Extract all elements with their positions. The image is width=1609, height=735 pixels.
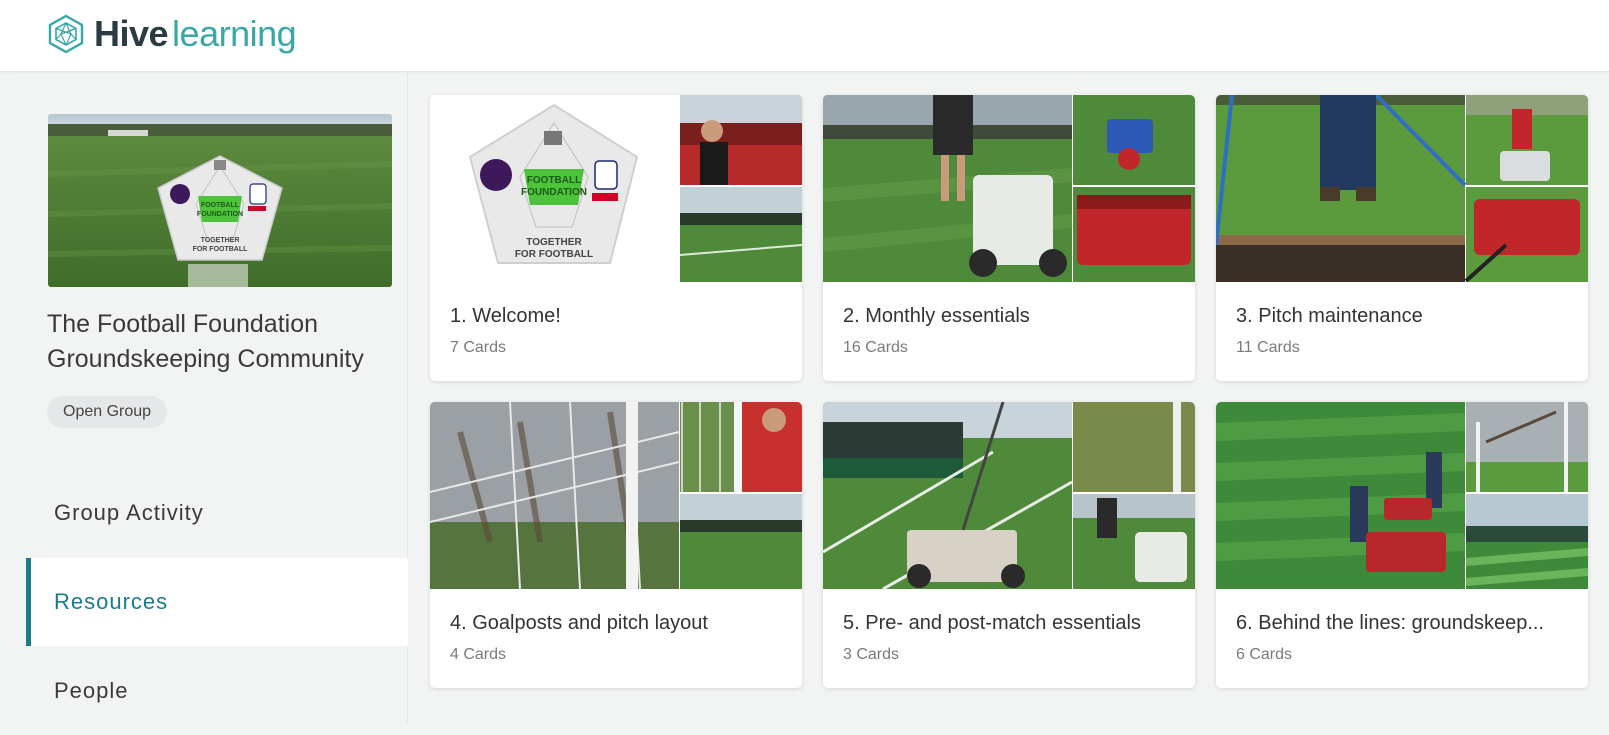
ff-text-line1: FOOTBALL <box>527 175 581 186</box>
card-title: 1. Welcome! <box>450 305 561 327</box>
resource-card-welcome[interactable]: FOOTBALL FOUNDATION TOGETHER FOR FOOTBAL… <box>430 95 802 381</box>
tf-text-line1: TOGETHER <box>201 237 240 244</box>
sidebar: FOOTBALL FOUNDATION TOGETHER FOR FOOTBAL… <box>12 73 408 723</box>
resource-card-goalposts[interactable]: 4. Goalposts and pitch layout 4 Cards <box>430 402 802 688</box>
card-collage-6 <box>1216 402 1588 589</box>
top-bar: Hive learning <box>0 0 1609 72</box>
hexagon-logo-icon <box>48 14 84 54</box>
tf-text-line2: FOR FOOTBALL <box>515 249 593 260</box>
card-title: 2. Monthly essentials <box>843 305 1030 327</box>
brand-light: learning <box>172 13 297 54</box>
card-title: 4. Goalposts and pitch layout <box>450 612 708 634</box>
group-banner-artwork: FOOTBALL FOUNDATION TOGETHER FOR FOOTBAL… <box>48 114 392 287</box>
ff-text-line2: FOUNDATION <box>521 187 587 198</box>
open-group-badge: Open Group <box>47 396 168 428</box>
ff-text-line1: FOOTBALL <box>201 202 240 209</box>
card-collage-3 <box>1216 95 1588 282</box>
group-banner-image: FOOTBALL FOUNDATION TOGETHER FOR FOOTBAL… <box>48 114 392 287</box>
brand-bold: Hive <box>94 13 169 54</box>
hive-learning-logo[interactable]: Hive learning <box>46 10 297 58</box>
resource-card-match-essentials[interactable]: 5. Pre- and post-match essentials 3 Card… <box>823 402 1195 688</box>
tf-text-line1: TOGETHER <box>526 237 582 248</box>
nav-item-resources[interactable]: Resources <box>26 558 408 646</box>
brand-name: Hive learning <box>94 13 297 54</box>
card-count: 3 Cards <box>843 646 900 663</box>
card-collage-1: FOOTBALL FOUNDATION TOGETHER FOR FOOTBAL… <box>430 95 802 282</box>
resource-card-behind-the-lines[interactable]: 6. Behind the lines: groundskeep... 6 Ca… <box>1216 402 1588 688</box>
card-collage-4 <box>430 402 802 589</box>
group-title: The Football Foundation Groundskeeping C… <box>47 310 364 373</box>
nav-item-group-activity[interactable]: Group Activity <box>26 469 408 557</box>
ff-text-line2: FOUNDATION <box>197 211 243 218</box>
card-count: 16 Cards <box>843 339 908 356</box>
card-count: 6 Cards <box>1236 646 1293 663</box>
card-title: 5. Pre- and post-match essentials <box>843 612 1141 634</box>
card-collage-5 <box>823 402 1195 589</box>
card-count: 7 Cards <box>450 339 507 356</box>
card-count: 4 Cards <box>450 646 507 663</box>
resource-card-monthly-essentials[interactable]: 2. Monthly essentials 16 Cards <box>823 95 1195 381</box>
card-title: 6. Behind the lines: groundskeep... <box>1236 612 1544 634</box>
resource-card-pitch-maintenance[interactable]: 3. Pitch maintenance 11 Cards <box>1216 95 1588 381</box>
nav-item-people[interactable]: People <box>26 647 408 735</box>
card-collage-2 <box>823 95 1195 282</box>
tf-text-line2: FOR FOOTBALL <box>193 246 249 253</box>
card-count: 11 Cards <box>1236 339 1300 356</box>
card-title: 3. Pitch maintenance <box>1236 305 1423 327</box>
